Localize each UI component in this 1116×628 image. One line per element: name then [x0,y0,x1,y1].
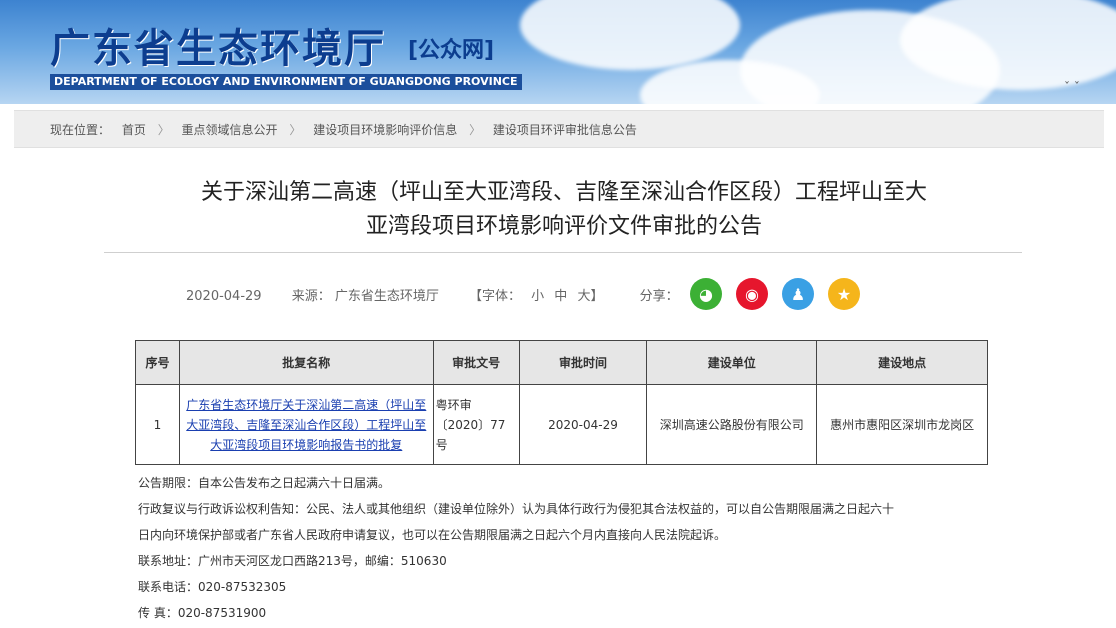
font-label: 【字体： [468,289,521,304]
approval-table: 序号 批复名称 审批文号 审批时间 建设单位 建设地点 1 广东省生态环境厅关于… [135,340,988,465]
article-meta: 2020-04-29 来源： 广东省生态环境厅 【字体： 小 中 大】 分享： [186,285,705,304]
column-header: 建设地点 [816,340,988,385]
breadcrumb-separator: 〉 [289,123,302,137]
birds-icon: ˇ ˇ [1064,80,1080,94]
construction-unit: 深圳高速公路股份有限公司 [646,384,818,465]
column-header: 序号 [135,340,180,385]
font-large-button[interactable]: 大】 [577,289,603,304]
breadcrumb-separator: 〉 [157,123,170,137]
table-row: 1 广东省生态环境厅关于深汕第二高速（坪山至大亚湾段、吉隆至深汕合作区段）工程坪… [135,384,988,465]
column-header: 建设单位 [646,340,818,385]
breadcrumb-item-home[interactable]: 首页 [122,123,146,137]
breadcrumb-item-announcements[interactable]: 建设项目环评审批信息公告 [493,123,637,137]
font-medium-button[interactable]: 中 [554,289,567,304]
page-title: 关于深汕第二高速（坪山至大亚湾段、吉隆至深汕合作区段）工程坪山至大 亚湾段项目环… [104,176,1024,244]
column-header: 批复名称 [178,340,434,385]
weibo-icon[interactable]: ◉ [736,278,768,310]
breadcrumb-item-disclosure[interactable]: 重点领域信息公开 [182,123,278,137]
page-title-line: 关于深汕第二高速（坪山至大亚湾段、吉隆至深汕合作区段）工程坪山至大 [200,180,927,205]
approval-date: 2020-04-29 [518,384,648,465]
row-index: 1 [135,384,180,465]
qzone-icon[interactable]: ★ [828,278,860,310]
title-divider [104,252,1022,253]
breadcrumb: 现在位置： 首页 〉 重点领域信息公开 〉 建设项目环境影响评价信息 〉 建设项… [14,110,1104,148]
contact-phone: 联系电话：020-87532305 [138,580,287,594]
site-subtitle: DEPARTMENT OF ECOLOGY AND ENVIRONMENT OF… [50,74,522,90]
publish-date: 2020-04-29 [186,289,262,304]
contact-fax: 传 真：020-87531900 [138,606,267,620]
qq-icon[interactable]: ♟ [782,278,814,310]
column-header: 审批时间 [518,340,648,385]
site-tag: [公众网] [408,38,495,63]
approval-doc-number: 粤环审〔2020〕77号 [432,384,520,465]
construction-location: 惠州市惠阳区深圳市龙岗区 [816,384,988,465]
column-header: 审批文号 [432,340,520,385]
share-label: 分享： [639,289,679,304]
approval-name-link[interactable]: 广东省生态环境厅关于深汕第二高速（坪山至大亚湾段、吉隆至深汕合作区段）工程坪山至… [186,398,426,452]
site-header-banner: 广东省生态环境厅 [公众网] DEPARTMENT OF ECOLOGY AND… [0,0,1116,104]
approval-name-cell: 广东省生态环境厅关于深汕第二高速（坪山至大亚湾段、吉隆至深汕合作区段）工程坪山至… [178,384,434,465]
share-buttons: ◕ ◉ ♟ ★ [690,278,860,310]
cloud-decoration [520,0,740,70]
breadcrumb-item-eia[interactable]: 建设项目环境影响评价信息 [313,123,457,137]
article-source: 来源： 广东省生态环境厅 [291,289,439,304]
font-size-controls: 【字体： 小 中 大】 [469,289,614,304]
review-rights-line: 行政复议与行政诉讼权利告知：公民、法人或其他组织（建设单位除外）认为具体行政行为… [138,502,895,516]
breadcrumb-prefix: 现在位置： [50,123,111,137]
breadcrumb-separator: 〉 [469,123,482,137]
announcement-notes: 公告期限：自本公告发布之日起满六十日届满。 行政复议与行政诉讼权利告知：公民、法… [138,470,998,626]
page-title-line: 亚湾段项目环境影响评价文件审批的公告 [365,214,762,239]
notice-period: 公告期限：自本公告发布之日起满六十日届满。 [138,476,391,490]
font-small-button[interactable]: 小 [531,289,544,304]
site-title: 广东省生态环境厅 [50,26,386,72]
review-rights-line: 日内向环境保护部或者广东省人民政府申请复议，也可以在公告期限届满之日起六个月内直… [138,528,727,542]
wechat-icon[interactable]: ◕ [690,278,722,310]
table-header-row: 序号 批复名称 审批文号 审批时间 建设单位 建设地点 [135,340,988,385]
contact-address: 联系地址：广州市天河区龙口西路213号，邮编：510630 [138,554,447,568]
